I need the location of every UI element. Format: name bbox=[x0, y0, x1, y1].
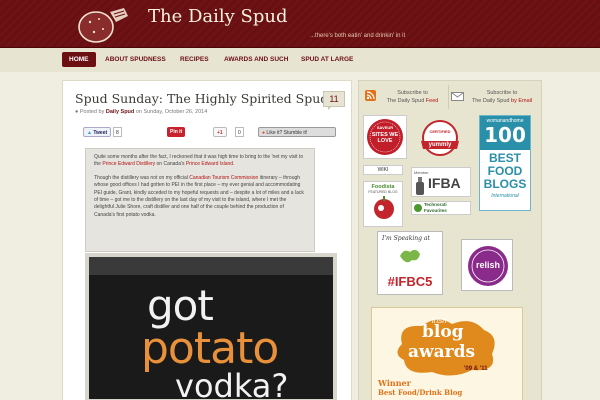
stumble-label: Like it? Stumble it! bbox=[266, 130, 308, 136]
blog-awards-years: '09 & '11 bbox=[464, 366, 488, 372]
nav-item-about-spudness[interactable]: ABOUT SPUDNESS bbox=[98, 52, 173, 67]
excerpt-paragraph-1: Quite some months after the fact, I reck… bbox=[94, 154, 306, 169]
spud-logo[interactable] bbox=[72, 2, 132, 48]
apple-icon bbox=[374, 196, 394, 219]
woman-and-home-100-badge[interactable]: womanandhome 100 BEST FOOD BLOGS Interna… bbox=[479, 115, 531, 211]
ifbc-speaking-badge[interactable]: I'm Speaking at #IFBC5 bbox=[377, 231, 443, 295]
technorati-favourites-badge[interactable]: Technorati Favourites bbox=[411, 201, 471, 215]
blog-awards-winner: Winner bbox=[378, 378, 411, 388]
technorati-label: Technorati Favourites bbox=[424, 202, 447, 213]
comment-count-badge[interactable]: 11 bbox=[323, 91, 345, 110]
speaking-label: I'm Speaking at bbox=[382, 235, 430, 242]
site-title[interactable]: The Daily Spud bbox=[148, 6, 288, 27]
post-byline: ● Posted by Daily Spud on Sunday, Octobe… bbox=[75, 109, 207, 115]
relish-badge[interactable]: relish bbox=[461, 239, 513, 291]
blog-awards-line1: blog bbox=[422, 322, 464, 342]
wah-header: womanandhome 100 bbox=[480, 116, 530, 150]
subscribe-email-line2: The Daily Spud bbox=[471, 98, 512, 104]
excerpt-text: itinerary – through whose good offices I… bbox=[94, 174, 304, 218]
prince-edward-island-link[interactable]: Prince Edward Island bbox=[186, 161, 233, 167]
excerpt-paragraph-2: Though the distillery was not on my offi… bbox=[94, 175, 306, 219]
post-excerpt: Quite some months after the fact, I reck… bbox=[85, 148, 315, 252]
post-title[interactable]: Spud Sunday: The Highly Spirited Spud bbox=[75, 91, 328, 106]
nav-item-awards-and-such[interactable]: AWARDS AND SUCH bbox=[217, 52, 295, 67]
share-row: ▲ Tweet 8 Pin it +1 0 ● Like it? Stumble… bbox=[75, 125, 345, 139]
envelope-icon bbox=[451, 92, 464, 101]
saveur-top: SAVEUR bbox=[376, 125, 394, 130]
foodista-label: Foodista bbox=[371, 184, 395, 190]
subscribe-feed-line2: The Daily Spud bbox=[386, 98, 426, 104]
user-icon: ● bbox=[75, 109, 79, 115]
excerpt-text: Though the distillery was not on my offi… bbox=[94, 174, 190, 181]
subscribe-email-link[interactable]: by Email bbox=[511, 98, 532, 104]
yummly-certified-badge[interactable]: CERTIFIED yummly bbox=[417, 119, 463, 159]
post-date: on Sunday, October 26, 2014 bbox=[135, 109, 208, 115]
wiki-badge[interactable]: WIKI bbox=[363, 165, 403, 175]
subscribe-feed-link[interactable]: Feed bbox=[426, 98, 439, 104]
subscribe-feed[interactable]: Subscribe to The Daily Spud Feed bbox=[363, 85, 449, 109]
google-plus-count: 0 bbox=[235, 127, 244, 137]
ifba-label: IFBA bbox=[428, 175, 461, 191]
sidebar: Subscribe to The Daily Spud Feed Subscri… bbox=[358, 80, 542, 400]
nav-item-home[interactable]: HOME bbox=[62, 52, 96, 67]
canadian-tourism-commission-link[interactable]: Canadian Tourism Commission bbox=[189, 175, 258, 181]
saveur-main: SITES WE LOVE bbox=[371, 132, 399, 144]
blog-awards-category: Best Food/Drink Blog bbox=[378, 388, 463, 397]
pin-it-button[interactable]: Pin it bbox=[167, 127, 186, 137]
twitter-bird-icon: ▲ bbox=[87, 130, 92, 136]
bottle-icon bbox=[416, 177, 424, 195]
site-tagline: ...there's both eatin' and drinkin' in i… bbox=[310, 33, 406, 39]
yummly-seal-icon bbox=[421, 120, 459, 156]
right-margin bbox=[542, 72, 600, 400]
saveur-sites-we-love-badge[interactable]: SAVEUR SITES WE LOVE bbox=[363, 115, 407, 159]
ifba-sub: Member bbox=[414, 170, 429, 175]
photo-text-vodka: vodka? bbox=[175, 367, 289, 399]
rss-icon bbox=[365, 90, 376, 101]
byline-prefix: Posted by bbox=[79, 109, 105, 115]
excerpt-text: . bbox=[233, 161, 235, 168]
yummly-label: yummly bbox=[428, 142, 452, 148]
post-photo[interactable]: got potato vodka? bbox=[85, 253, 337, 400]
nav-item-spud-at-large[interactable]: SPUD AT LARGE bbox=[294, 52, 360, 67]
tweet-count: 8 bbox=[113, 127, 122, 137]
yummly-sub: CERTIFIED bbox=[429, 129, 451, 134]
technorati-icon bbox=[414, 204, 422, 212]
ifbc-label: #IFBC5 bbox=[387, 274, 433, 289]
blog-awards-line2: awards bbox=[408, 342, 476, 362]
wah-line3: BLOGS bbox=[483, 177, 527, 191]
pei-map-icon bbox=[400, 249, 420, 263]
excerpt-text: on Canada's bbox=[155, 161, 186, 168]
nav-item-recipes[interactable]: RECIPES bbox=[173, 52, 216, 67]
main-nav: HOME ABOUT SPUDNESS RECIPES AWARDS AND S… bbox=[0, 48, 600, 72]
wiki-label: WIKI bbox=[377, 167, 389, 173]
author-link[interactable]: Daily Spud bbox=[106, 109, 134, 115]
irish-blog-awards-badge[interactable]: irish blog awards '09 & '11 Winner Best … bbox=[371, 307, 523, 400]
post-card: Spud Sunday: The Highly Spirited Spud 11… bbox=[62, 80, 352, 400]
site-header: The Daily Spud ...there's both eatin' an… bbox=[0, 0, 600, 48]
relish-label: relish bbox=[475, 260, 500, 270]
prince-edward-distillery-link[interactable]: Prince Edward Distillery bbox=[102, 161, 155, 167]
foodista-featured-badge[interactable]: Foodista FEATURED BLOG bbox=[363, 181, 403, 227]
stumbleupon-icon: ● bbox=[262, 130, 266, 136]
potato-vodka-photo: got potato vodka? bbox=[89, 257, 333, 399]
google-plus-button[interactable]: +1 bbox=[213, 127, 227, 137]
stumble-button[interactable]: ● Like it? Stumble it! bbox=[258, 127, 336, 137]
tweet-label: Tweet bbox=[93, 130, 108, 136]
photo-shelf bbox=[89, 257, 333, 275]
wah-sub: International bbox=[491, 193, 519, 199]
ifba-member-badge[interactable]: Member IFBA bbox=[411, 167, 471, 197]
subscribe-email[interactable]: Subscribe to The Daily Spud by Email bbox=[449, 85, 539, 109]
tweet-button[interactable]: ▲ Tweet bbox=[83, 127, 112, 137]
wah-number: 100 bbox=[484, 123, 526, 147]
